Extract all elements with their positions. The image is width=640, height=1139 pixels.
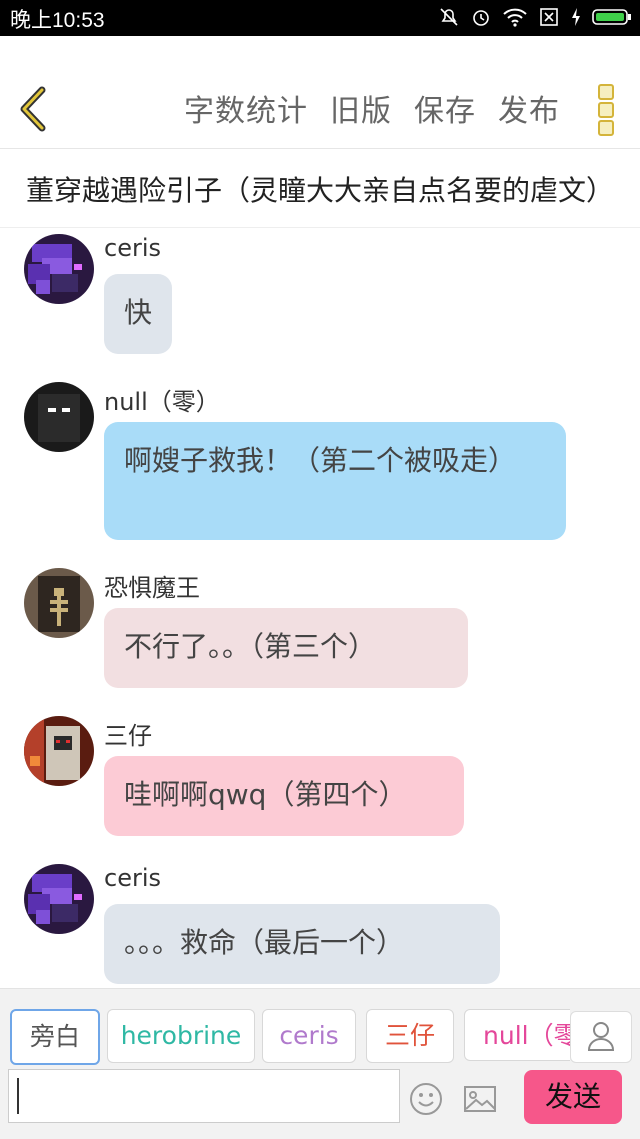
hooded-skeleton-avatar-image	[24, 568, 94, 638]
add-character-button[interactable]	[570, 1011, 632, 1063]
publish-button[interactable]: 发布	[498, 86, 560, 130]
sender-name: null（零）	[104, 388, 220, 416]
avatar[interactable]	[24, 234, 94, 304]
message-input[interactable]	[8, 1069, 400, 1123]
old-version-button[interactable]: 旧版	[330, 86, 392, 130]
sender-name: 三仔	[104, 722, 152, 750]
back-chevron-icon[interactable]	[14, 84, 54, 134]
character-chip-ceris[interactable]: ceris	[262, 1009, 356, 1063]
send-button[interactable]: 发送	[524, 1070, 622, 1124]
battery-icon	[592, 9, 631, 25]
sender-name: 恐惧魔王	[104, 574, 200, 602]
story-title: 董穿越遇险引子（灵瞳大大亲自点名要的虐文）	[25, 174, 614, 207]
avatar[interactable]	[24, 864, 94, 934]
text-caret	[17, 1078, 19, 1114]
image-icon[interactable]	[462, 1081, 498, 1117]
person-icon	[587, 1022, 615, 1051]
charging-icon	[572, 8, 580, 26]
character-chip-narrator[interactable]: 旁白	[10, 1009, 100, 1065]
no-sim-icon	[540, 8, 558, 26]
message-bubble[interactable]: 。。。救命（最后一个）	[104, 904, 500, 984]
wifi-icon	[503, 8, 527, 27]
character-chip-sanzai[interactable]: 三仔	[366, 1009, 454, 1063]
character-chip-herobrine[interactable]: herobrine	[107, 1009, 255, 1063]
purple-creature-avatar-image	[24, 234, 94, 304]
sender-name: ceris	[104, 864, 161, 892]
avatar[interactable]	[24, 568, 94, 638]
character-chip-null[interactable]: null（零	[464, 1009, 570, 1061]
emoji-icon[interactable]	[408, 1081, 444, 1117]
character-selector: 旁白 herobrine ceris 三仔 null（零	[0, 1009, 570, 1065]
composer-panel: 旁白 herobrine ceris 三仔 null（零 发送	[0, 988, 640, 1139]
lava-figure-avatar-image	[24, 716, 94, 786]
more-menu-icon[interactable]	[598, 84, 616, 136]
chat-list[interactable]: ceris 快 null（零） 啊嫂子救我！（第二个被吸走） 恐惧魔王 不行了。…	[0, 228, 640, 988]
story-title-bar: 董穿越遇险引子（灵瞳大大亲自点名要的虐文）	[0, 149, 640, 228]
toolbar-actions: 字数统计 旧版 保存 发布	[184, 86, 560, 130]
status-icons	[438, 6, 632, 28]
word-count-button[interactable]: 字数统计	[184, 86, 308, 130]
message-bubble[interactable]: 不行了。。（第三个）	[104, 608, 468, 688]
purple-creature-avatar-image	[24, 864, 94, 934]
avatar[interactable]	[24, 382, 94, 452]
editor-toolbar: 字数统计 旧版 保存 发布	[0, 36, 640, 149]
avatar[interactable]	[24, 716, 94, 786]
save-button[interactable]: 保存	[414, 86, 476, 130]
status-time: 晚上10:53	[10, 9, 105, 32]
sender-name: ceris	[104, 234, 161, 262]
mute-bell-icon	[440, 8, 458, 26]
message-bubble[interactable]: 哇啊啊qwq（第四个）	[104, 756, 464, 836]
message-bubble[interactable]: 啊嫂子救我！（第二个被吸走）	[104, 422, 566, 540]
alarm-icon	[473, 10, 489, 26]
dark-figure-avatar-image	[24, 382, 94, 452]
status-bar: 晚上10:53	[0, 0, 640, 36]
message-bubble[interactable]: 快	[104, 274, 172, 354]
